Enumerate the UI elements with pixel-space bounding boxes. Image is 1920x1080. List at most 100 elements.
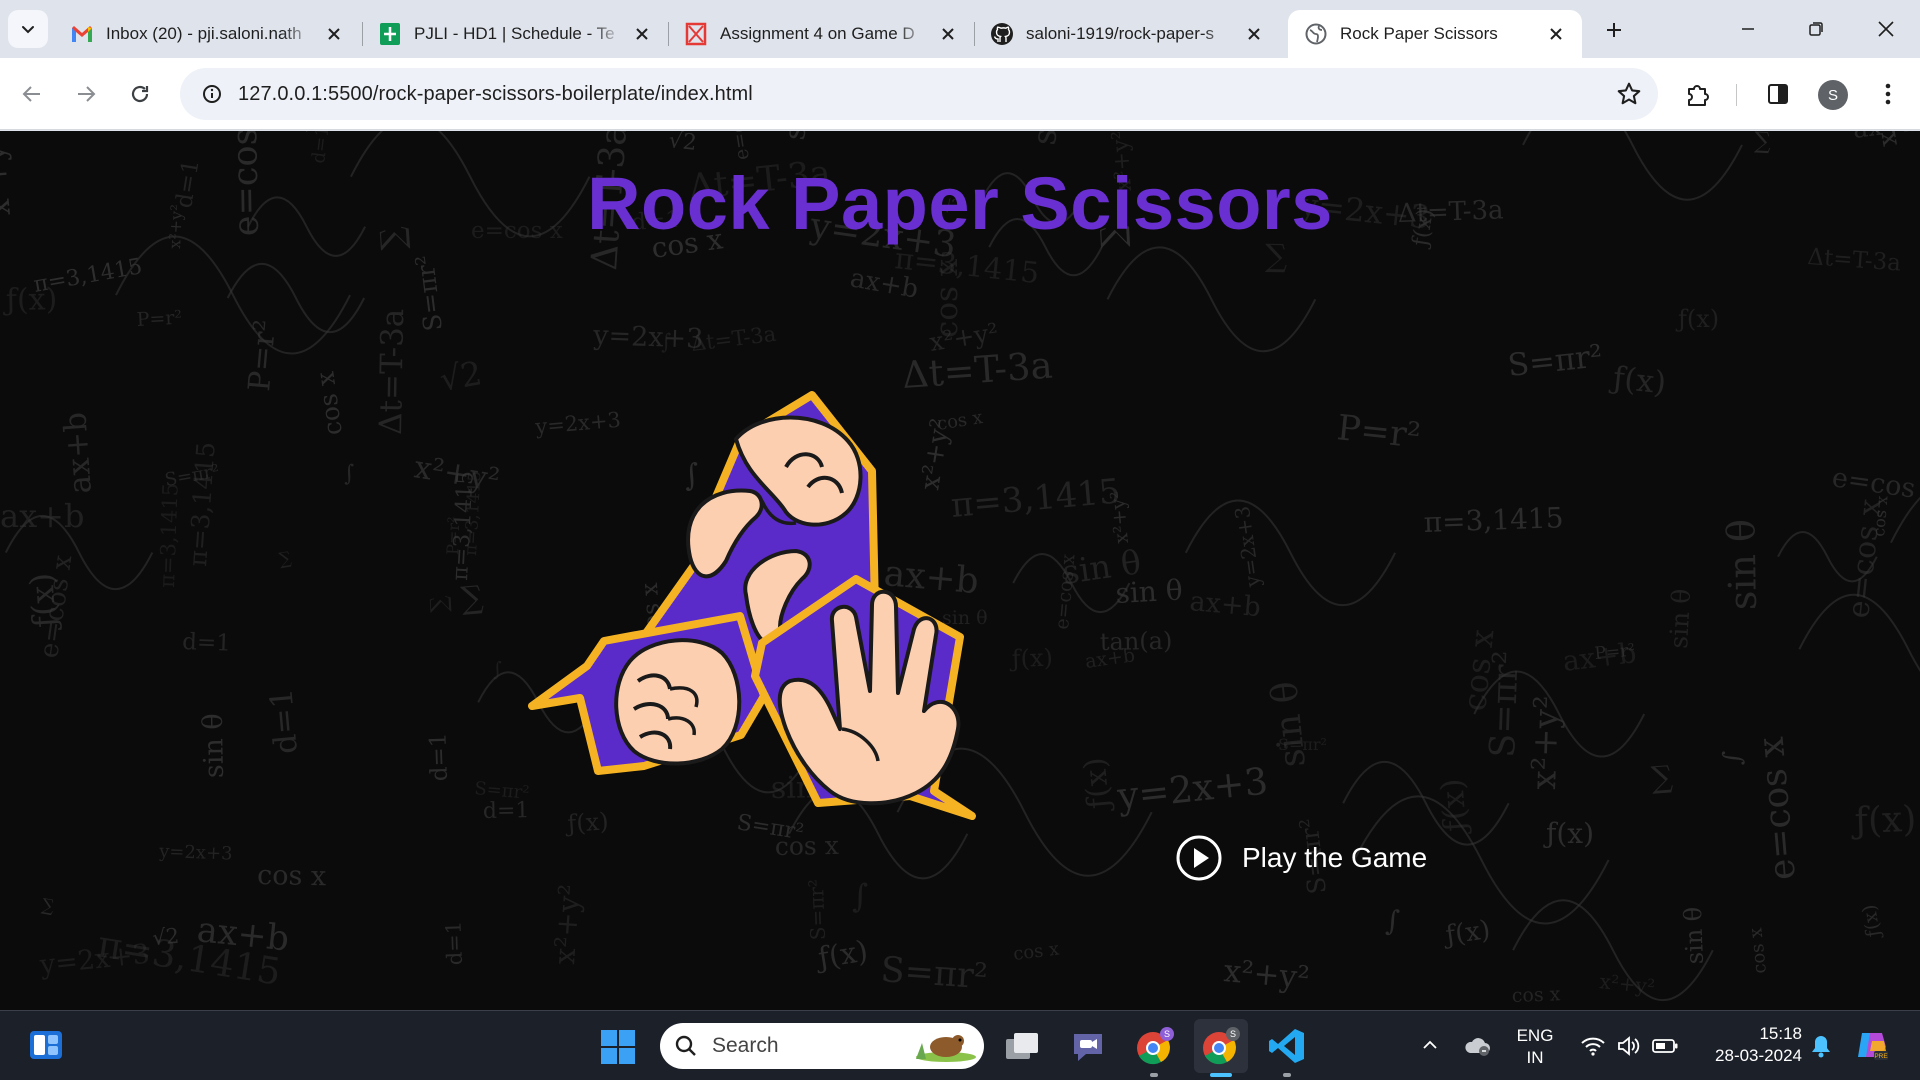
minimize-icon — [1742, 28, 1754, 30]
address-bar[interactable]: 127.0.0.1:5500/rock-paper-scissors-boile… — [180, 68, 1658, 120]
tab-assignment[interactable]: Assignment 4 on Game D — [668, 10, 974, 58]
back-button[interactable] — [12, 74, 52, 114]
svg-text:cos x: cos x — [1869, 495, 1891, 537]
clock-date: 28-03-2024 — [1715, 1046, 1802, 1065]
minimize-button[interactable] — [1714, 0, 1782, 58]
language-code: ENG — [1516, 1026, 1554, 1045]
bookmark-star-icon[interactable] — [1616, 81, 1642, 112]
cloud-icon — [1465, 1038, 1490, 1056]
svg-text:ƒ(x): ƒ(x) — [22, 572, 64, 633]
onedrive-button[interactable] — [1462, 1031, 1492, 1061]
svg-text:ax+b: ax+b — [1188, 586, 1262, 623]
battery-icon — [1652, 1039, 1678, 1053]
close-window-button[interactable] — [1852, 0, 1920, 58]
side-panel-button[interactable] — [1762, 78, 1794, 110]
active-indicator — [1210, 1073, 1232, 1077]
battery-status[interactable] — [1650, 1031, 1680, 1061]
close-tab-icon[interactable] — [936, 22, 960, 46]
browser-toolbar: 127.0.0.1:5500/rock-paper-scissors-boile… — [0, 58, 1920, 130]
windows-start-icon — [601, 1030, 635, 1064]
restore-icon — [1809, 22, 1823, 36]
tab-github[interactable]: saloni-1919/rock-paper-s — [974, 10, 1280, 58]
svg-text:S: S — [1230, 1029, 1236, 1039]
task-view-button[interactable] — [1000, 1025, 1044, 1069]
svg-text:d=1: d=1 — [182, 629, 232, 657]
close-tab-icon[interactable] — [322, 22, 346, 46]
tab-rock-paper-scissors[interactable]: Rock Paper Scissors — [1288, 10, 1582, 58]
show-hidden-icons-button[interactable] — [1418, 1033, 1442, 1057]
tab-gmail[interactable]: Inbox (20) - pji.saloni.nath — [54, 10, 360, 58]
arrow-right-icon — [78, 86, 96, 102]
volume-status[interactable] — [1614, 1031, 1644, 1061]
svg-text:S=πr²: S=πr² — [879, 950, 989, 997]
copilot-button[interactable]: PRE — [1852, 1025, 1892, 1065]
clock[interactable]: 15:18 28-03-2024 — [1694, 1023, 1802, 1067]
svg-text:P=r²: P=r² — [242, 318, 283, 392]
teams-chat-button[interactable] — [1066, 1025, 1110, 1069]
svg-text:sin θ: sin θ — [1679, 906, 1709, 964]
svg-text:x²+y²: x²+y² — [1222, 953, 1311, 996]
extensions-button[interactable] — [1682, 78, 1714, 110]
svg-text:∫: ∫ — [1717, 750, 1747, 765]
svg-text:d=1: d=1 — [308, 131, 333, 165]
region-code: IN — [1526, 1048, 1544, 1067]
input-language-indicator[interactable]: ENG IN — [1504, 1025, 1566, 1069]
wifi-icon — [1581, 1037, 1605, 1056]
vscode-icon — [1269, 1029, 1304, 1063]
close-tab-icon[interactable] — [1242, 22, 1266, 46]
close-tab-icon[interactable] — [630, 22, 654, 46]
bell-icon — [1812, 1036, 1830, 1058]
profile-avatar[interactable]: S — [1818, 80, 1848, 110]
tab-title: Inbox (20) - pji.saloni.nath — [106, 24, 302, 43]
widgets-button[interactable] — [26, 1025, 66, 1065]
url-text[interactable]: 127.0.0.1:5500/rock-paper-scissors-boile… — [238, 83, 753, 106]
tab-search-button[interactable] — [8, 10, 48, 48]
play-game-button[interactable]: Play the Game — [1176, 835, 1427, 881]
svg-text:sin θ: sin θ — [1719, 519, 1765, 611]
svg-text:y=2x+3: y=2x+3 — [158, 841, 233, 865]
svg-text:π=3,1415: π=3,1415 — [1423, 501, 1564, 539]
toolbar-divider — [1736, 84, 1737, 106]
menu-button[interactable] — [1872, 78, 1904, 110]
arrow-left-icon — [22, 86, 40, 102]
tab-schedule[interactable]: PJLI - HD1 | Schedule - Te — [362, 10, 668, 58]
start-button[interactable] — [596, 1025, 640, 1069]
restore-button[interactable] — [1782, 0, 1850, 58]
svg-text:x²+y²: x²+y² — [1524, 695, 1567, 790]
taskbar-search[interactable]: Search — [660, 1023, 984, 1069]
svg-text:Δt=T-3a: Δt=T-3a — [1807, 244, 1902, 276]
wifi-status[interactable] — [1578, 1031, 1608, 1061]
forward-button[interactable] — [66, 74, 106, 114]
svg-text:S=πr²: S=πr² — [1804, 131, 1842, 134]
svg-text:S=πr²: S=πr² — [410, 253, 448, 332]
svg-text:√2: √2 — [437, 353, 485, 399]
svg-text:S: S — [1164, 1029, 1170, 1039]
svg-text:∑: ∑ — [460, 579, 485, 617]
svg-text:y=2x+3: y=2x+3 — [37, 939, 151, 981]
site-info-icon[interactable] — [186, 84, 238, 104]
svg-text:cos x: cos x — [1511, 983, 1561, 1007]
close-tab-icon[interactable] — [1544, 22, 1568, 46]
reload-button[interactable] — [120, 74, 160, 114]
vscode-button[interactable] — [1264, 1023, 1310, 1069]
svg-text:ƒ(x): ƒ(x) — [3, 282, 58, 318]
chrome-icon: S — [1203, 1027, 1240, 1065]
rock-fist-icon — [528, 612, 768, 775]
kebab-menu-icon — [1885, 83, 1891, 105]
notifications-button[interactable] — [1806, 1031, 1836, 1061]
tab-title: Assignment 4 on Game D — [720, 24, 915, 43]
chrome-profile-2-button[interactable]: S — [1194, 1019, 1248, 1073]
page-title: Rock Paper Scissors — [587, 162, 1333, 245]
chrome-profile-1-button[interactable]: S — [1132, 1023, 1178, 1069]
svg-text:∫: ∫ — [1385, 904, 1401, 937]
svg-text:ƒ(x): ƒ(x) — [1608, 360, 1668, 402]
svg-text:ƒ(x): ƒ(x) — [1858, 903, 1885, 941]
svg-text:ƒ(x): ƒ(x) — [1543, 817, 1594, 850]
svg-text:π=3,1415: π=3,1415 — [155, 483, 183, 589]
page-viewport: sin θ sin θ cos x π=3,1415 ax+b ∑ √2 sin θ ax+b π… — [0, 131, 1920, 1010]
svg-text:sin θ: sin θ — [1024, 131, 1070, 147]
svg-text:∑: ∑ — [278, 548, 293, 570]
new-tab-button[interactable] — [1596, 12, 1632, 48]
svg-text:∫: ∫ — [851, 877, 868, 915]
svg-text:ƒ(x): ƒ(x) — [1078, 756, 1118, 813]
